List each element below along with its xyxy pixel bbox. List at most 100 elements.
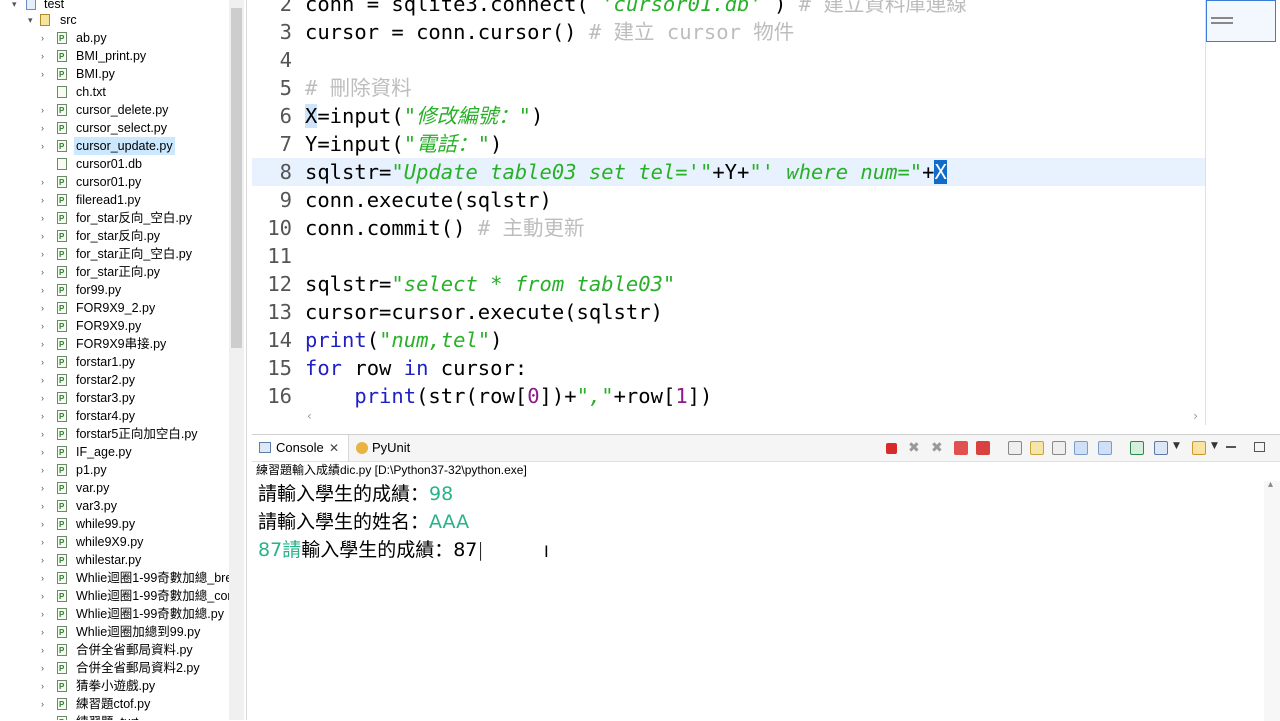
tree-file-item[interactable]: › p1.py [0, 461, 229, 480]
expand-icon[interactable]: › [41, 281, 51, 299]
stop-icon[interactable] [954, 441, 968, 455]
expand-icon[interactable]: › [41, 371, 51, 389]
code-text[interactable]: X=input("修改編號：") [305, 102, 543, 130]
code-text[interactable]: print(str(row[0])+","+row[1]) [305, 382, 712, 410]
scroll-up-icon[interactable]: ▴ [1268, 479, 1273, 490]
clear-console-icon[interactable] [1008, 441, 1022, 455]
expand-icon[interactable]: › [41, 191, 51, 209]
tree-file-item[interactable]: › forstar2.py [0, 371, 229, 390]
code-line[interactable]: 11 [252, 242, 1205, 270]
expand-icon[interactable]: › [41, 137, 51, 155]
expand-icon[interactable]: › [41, 173, 51, 191]
tab-pyunit[interactable]: PyUnit [350, 435, 430, 461]
tree-file-item[interactable]: › Whlie迴圈加總到99.py [0, 623, 229, 642]
remove-launch-icon[interactable]: ✖ [908, 441, 922, 455]
show-stdout-icon[interactable] [1074, 441, 1088, 455]
code-line[interactable]: 7 Y=input("電話：") [252, 130, 1205, 158]
tree-file-item[interactable]: › for_star反向_空白.py [0, 209, 229, 228]
tree-file-item[interactable]: › Whlie迴圈1-99奇數加總_cor [0, 587, 232, 606]
code-line[interactable]: 10 conn.commit() # 主動更新 [252, 214, 1205, 242]
expand-icon[interactable]: › [41, 29, 51, 47]
show-stderr-icon[interactable] [1098, 441, 1112, 455]
code-line[interactable]: 6 X=input("修改編號：") [252, 102, 1205, 130]
expand-icon[interactable]: › [41, 695, 51, 713]
minimize-icon[interactable] [1226, 446, 1236, 448]
expand-icon[interactable]: › [41, 713, 51, 720]
code-line[interactable]: 3 cursor = conn.cursor() # 建立 cursor 物件 [252, 18, 1205, 46]
tree-file-item[interactable]: › IF_age.py [0, 443, 229, 462]
expand-icon[interactable]: › [41, 389, 51, 407]
expand-icon[interactable]: › [41, 101, 51, 119]
code-line[interactable]: 9 conn.execute(sqlstr) [252, 186, 1205, 214]
code-text[interactable]: print("num,tel") [305, 326, 503, 354]
expand-icon[interactable]: › [41, 497, 51, 515]
expand-icon[interactable]: › [41, 227, 51, 245]
code-text[interactable]: for row in cursor: [305, 354, 527, 382]
tree-file-item[interactable]: › 練習題_turt [0, 713, 229, 720]
tree-file-item[interactable]: › whilestar.py [0, 551, 229, 570]
tree-file-item[interactable]: › Whlie迴圈1-99奇數加總_bre [0, 569, 232, 588]
tree-file-item[interactable]: › var.py [0, 479, 229, 498]
tree-file-item[interactable]: ch.txt [0, 83, 229, 101]
tree-file-item[interactable]: › FOR9X9.py [0, 317, 229, 336]
pin-console-icon[interactable] [1130, 441, 1144, 455]
tree-file-item[interactable]: › FOR9X9串接.py [0, 335, 229, 354]
tree-folder-src[interactable]: ▾ src [0, 11, 229, 29]
expand-icon[interactable]: › [41, 641, 51, 659]
explorer-scrollbar[interactable] [229, 0, 244, 720]
remove-all-icon[interactable]: ✖ [931, 441, 945, 455]
tree-file-item[interactable]: › var3.py [0, 497, 229, 516]
expand-icon[interactable]: › [41, 677, 51, 695]
code-text[interactable]: cursor=cursor.execute(sqlstr) [305, 298, 663, 326]
editor-overview-ruler[interactable] [1205, 0, 1280, 425]
tree-file-item[interactable]: › forstar1.py [0, 353, 229, 372]
expand-icon[interactable]: › [41, 533, 51, 551]
expand-icon[interactable]: › [41, 551, 51, 569]
scroll-lock-icon[interactable] [1030, 441, 1044, 455]
tree-file-item[interactable]: › 猜拳小遊戲.py [0, 677, 229, 696]
code-text[interactable]: sqlstr="Update table03 set tel='"+Y+"' w… [305, 158, 947, 186]
expand-icon[interactable]: › [41, 605, 51, 623]
expand-icon[interactable]: › [41, 479, 51, 497]
expand-icon[interactable]: › [41, 623, 51, 641]
expand-icon[interactable]: › [41, 335, 51, 353]
expand-icon[interactable]: › [41, 515, 51, 533]
code-line[interactable]: 4 [252, 46, 1205, 74]
explorer-scroll-thumb[interactable] [231, 8, 242, 348]
tree-file-item[interactable]: › cursor_update.py [0, 137, 229, 156]
code-text[interactable]: Y=input("電話：") [305, 130, 502, 158]
tab-console[interactable]: Console ✕ [252, 435, 349, 461]
expand-icon[interactable]: › [41, 299, 51, 317]
expand-icon[interactable]: › [41, 461, 51, 479]
expand-icon[interactable]: › [41, 659, 51, 677]
tree-file-item[interactable]: › while9X9.py [0, 533, 229, 552]
tree-file-item[interactable]: › 練習題ctof.py [0, 695, 229, 714]
editor-horizontal-scrollbar[interactable]: ‹ › [305, 409, 1200, 425]
tree-file-item[interactable]: › fileread1.py [0, 191, 229, 210]
close-icon[interactable]: ✕ [329, 435, 339, 461]
scroll-left-icon[interactable]: ‹ [307, 409, 312, 423]
overview-viewport[interactable] [1206, 0, 1276, 42]
tree-file-item[interactable]: › for_star正向.py [0, 263, 229, 282]
tree-file-item[interactable]: › 合併全省郵局資料.py [0, 641, 229, 660]
expand-icon[interactable]: › [41, 209, 51, 227]
tree-file-item[interactable]: › ab.py [0, 29, 229, 48]
chevron-down-icon[interactable]: ▼ [1173, 441, 1180, 451]
maximize-icon[interactable] [1254, 442, 1265, 452]
tree-file-item[interactable]: › 合併全省郵局資料2.py [0, 659, 229, 678]
tree-file-item[interactable]: › Whlie迴圈1-99奇數加總.py [0, 605, 229, 624]
expand-icon[interactable]: ▾ [28, 11, 38, 29]
tree-file-item[interactable]: › cursor01.py [0, 173, 229, 192]
tree-file-item[interactable]: › cursor_select.py [0, 119, 229, 138]
tree-file-item[interactable]: › forstar3.py [0, 389, 229, 408]
code-line[interactable]: 14 print("num,tel") [252, 326, 1205, 354]
tree-file-item[interactable]: › cursor_delete.py [0, 101, 229, 120]
code-text[interactable]: conn = sqlite3.connect( 'cursor01.db' ) … [305, 0, 967, 18]
code-text[interactable]: conn.execute(sqlstr) [305, 186, 552, 214]
display-console-icon[interactable] [1154, 441, 1168, 455]
open-console-icon[interactable] [1192, 441, 1206, 455]
code-line[interactable]: 8 sqlstr="Update table03 set tel='"+Y+"' … [252, 158, 1205, 186]
expand-icon[interactable]: › [41, 353, 51, 371]
tree-file-item[interactable]: › for_star反向.py [0, 227, 229, 246]
code-line[interactable]: 12 sqlstr="select * from table03" [252, 270, 1205, 298]
